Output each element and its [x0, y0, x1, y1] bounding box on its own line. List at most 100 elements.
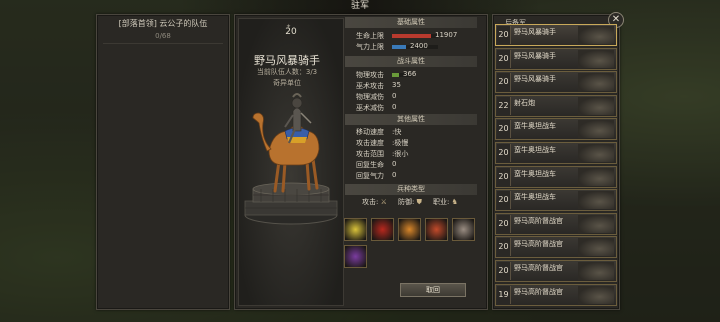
reserve-unit-item[interactable]: 20 野马高阶督战官: [495, 212, 617, 235]
crescent-slash-icon[interactable]: [344, 218, 367, 241]
party-title: [部落首领] 云公子的队伍: [118, 19, 208, 28]
stat-bar: [392, 73, 399, 77]
party-panel: [部落首领] 云公子的队伍 0/68: [96, 14, 230, 310]
stat-value: 0: [392, 171, 397, 179]
unit-level: 20: [497, 26, 511, 44]
stat-bar: [392, 34, 431, 38]
stat-label: 物理减伤: [356, 93, 384, 101]
demon-mask-icon[interactable]: [371, 218, 394, 241]
party-count: 0/68: [155, 32, 171, 40]
unit-name: 野马高阶督战官: [514, 240, 563, 249]
stat-label: 回复气力: [356, 172, 384, 180]
section-other-attributes: 其他属性: [345, 114, 477, 125]
attack-type-label: 攻击:: [362, 198, 379, 206]
unit-level-badge: ✦ 20: [282, 23, 300, 40]
reserve-unit-item[interactable]: 20 野马高阶督战官: [495, 260, 617, 282]
beast-head-icon[interactable]: [452, 218, 475, 241]
stat-label: 巫术攻击: [356, 82, 384, 90]
unit-name: 野马高阶督战官: [514, 264, 563, 272]
unit-level: 20: [497, 144, 511, 162]
star-icon: ✦: [286, 23, 292, 30]
unit-name: 野马高阶督战官: [514, 216, 563, 225]
stat-value: 0: [392, 92, 397, 100]
unit-level: 20: [497, 238, 511, 257]
unit-thumbnail: [578, 49, 614, 68]
sword-icon: ⚔: [380, 198, 387, 206]
stat-label: 回复生命: [356, 161, 384, 169]
stat-value: :很小: [392, 150, 409, 158]
shield-icon: ⛊: [416, 198, 422, 206]
unit-thumbnail: [578, 96, 614, 115]
divider: [103, 43, 223, 44]
unit-thumbnail: [578, 26, 614, 44]
section-unit-type: 兵种类型: [345, 184, 477, 195]
unit-name: 蛮牛奥坦战车: [514, 169, 556, 178]
stat-value: 366: [403, 70, 417, 78]
horse-icon: ♞: [451, 198, 458, 206]
squad-count: 当前队伍人数：3/3: [256, 68, 318, 76]
unit-level: 20: [497, 167, 511, 186]
stat-label: 物理攻击: [356, 71, 384, 79]
unit-thumbnail: [578, 285, 614, 304]
reserve-unit-item[interactable]: 20 蛮牛奥坦战车: [495, 118, 617, 141]
unit-level: 22: [497, 96, 511, 115]
unit-level: 19: [497, 285, 511, 304]
reserve-unit-item[interactable]: 20 野马高阶督战官: [495, 236, 617, 259]
stat-label: 气力上限: [356, 43, 384, 51]
reserve-unit-item[interactable]: 20 野马风暴骑手: [495, 47, 617, 70]
stat-label: 攻击范围: [356, 150, 384, 158]
stat-label: 攻击速度: [356, 139, 384, 147]
stat-label: 生命上限: [356, 32, 384, 40]
unit-name: 野马风暴骑手: [514, 51, 556, 60]
unit-level: 20: [497, 73, 511, 92]
unit-level: 20: [497, 262, 511, 280]
unit-thumbnail: [578, 191, 614, 210]
stat-value: :快: [392, 128, 402, 136]
unit-name: 野马风暴骑手: [514, 28, 556, 36]
stat-label: 移动速度: [356, 128, 384, 136]
reserve-unit-item[interactable]: 22 射石炮: [495, 94, 617, 117]
retrieve-button[interactable]: 取回: [400, 283, 466, 297]
stat-value: 2400: [410, 42, 428, 50]
reserve-unit-item[interactable]: 19 野马高阶督战官: [495, 283, 617, 306]
unit-thumbnail: [578, 73, 614, 92]
reserve-unit-item[interactable]: 20 蛮牛奥坦战车: [495, 165, 617, 188]
unit-level: 20: [497, 49, 511, 68]
stat-value: 0: [392, 160, 397, 168]
reserve-unit-item[interactable]: 20 蛮牛奥坦战车: [495, 189, 617, 212]
unit-name: 射石炮: [514, 98, 535, 107]
stat-label: 巫术减伤: [356, 104, 384, 112]
unit-level: 20: [497, 120, 511, 139]
stat-value: 11907: [435, 31, 458, 39]
unit-name: 野马风暴骑手: [514, 75, 556, 84]
reserve-unit-item[interactable]: 20 蛮牛奥坦战车: [495, 142, 617, 164]
unit-thumbnail: [578, 167, 614, 186]
unit-name: 野马高阶督战官: [514, 287, 563, 296]
section-basic-attributes: 基础属性: [345, 17, 477, 28]
vortex-icon[interactable]: [425, 218, 448, 241]
stat-bar: [392, 45, 406, 49]
unit-name: 蛮牛奥坦战车: [514, 146, 556, 154]
unit-type-row: 攻击: ⚔ 防御: ⛊ 职业: ♞: [362, 197, 458, 207]
stat-value: 0: [392, 103, 397, 111]
reserve-unit-item[interactable]: 20 野马风暴骑手: [495, 24, 617, 46]
unit-name: 蛮牛奥坦战车: [514, 193, 556, 202]
unit-name: 蛮牛奥坦战车: [514, 122, 556, 131]
reserve-unit-item[interactable]: 20 野马风暴骑手: [495, 71, 617, 94]
fire-burst-icon[interactable]: [398, 218, 421, 241]
unit-thumbnail: [578, 144, 614, 162]
section-combat-attributes: 战斗属性: [345, 56, 477, 67]
unit-thumbnail: [578, 120, 614, 139]
stat-value: 35: [392, 81, 401, 89]
class-type-label: 职业:: [433, 198, 450, 206]
defense-type-label: 防御:: [398, 198, 415, 206]
unit-name: 野马风暴骑手: [254, 54, 320, 67]
unit-thumbnail: [578, 262, 614, 280]
ram-horn-icon[interactable]: [344, 245, 367, 268]
unit-thumbnail: [578, 238, 614, 257]
unit-note: 奇异单位: [273, 79, 301, 87]
stat-value: :极慢: [392, 139, 409, 147]
unit-thumbnail: [578, 214, 614, 233]
unit-level: 20: [497, 191, 511, 210]
unit-level: 20: [497, 214, 511, 233]
